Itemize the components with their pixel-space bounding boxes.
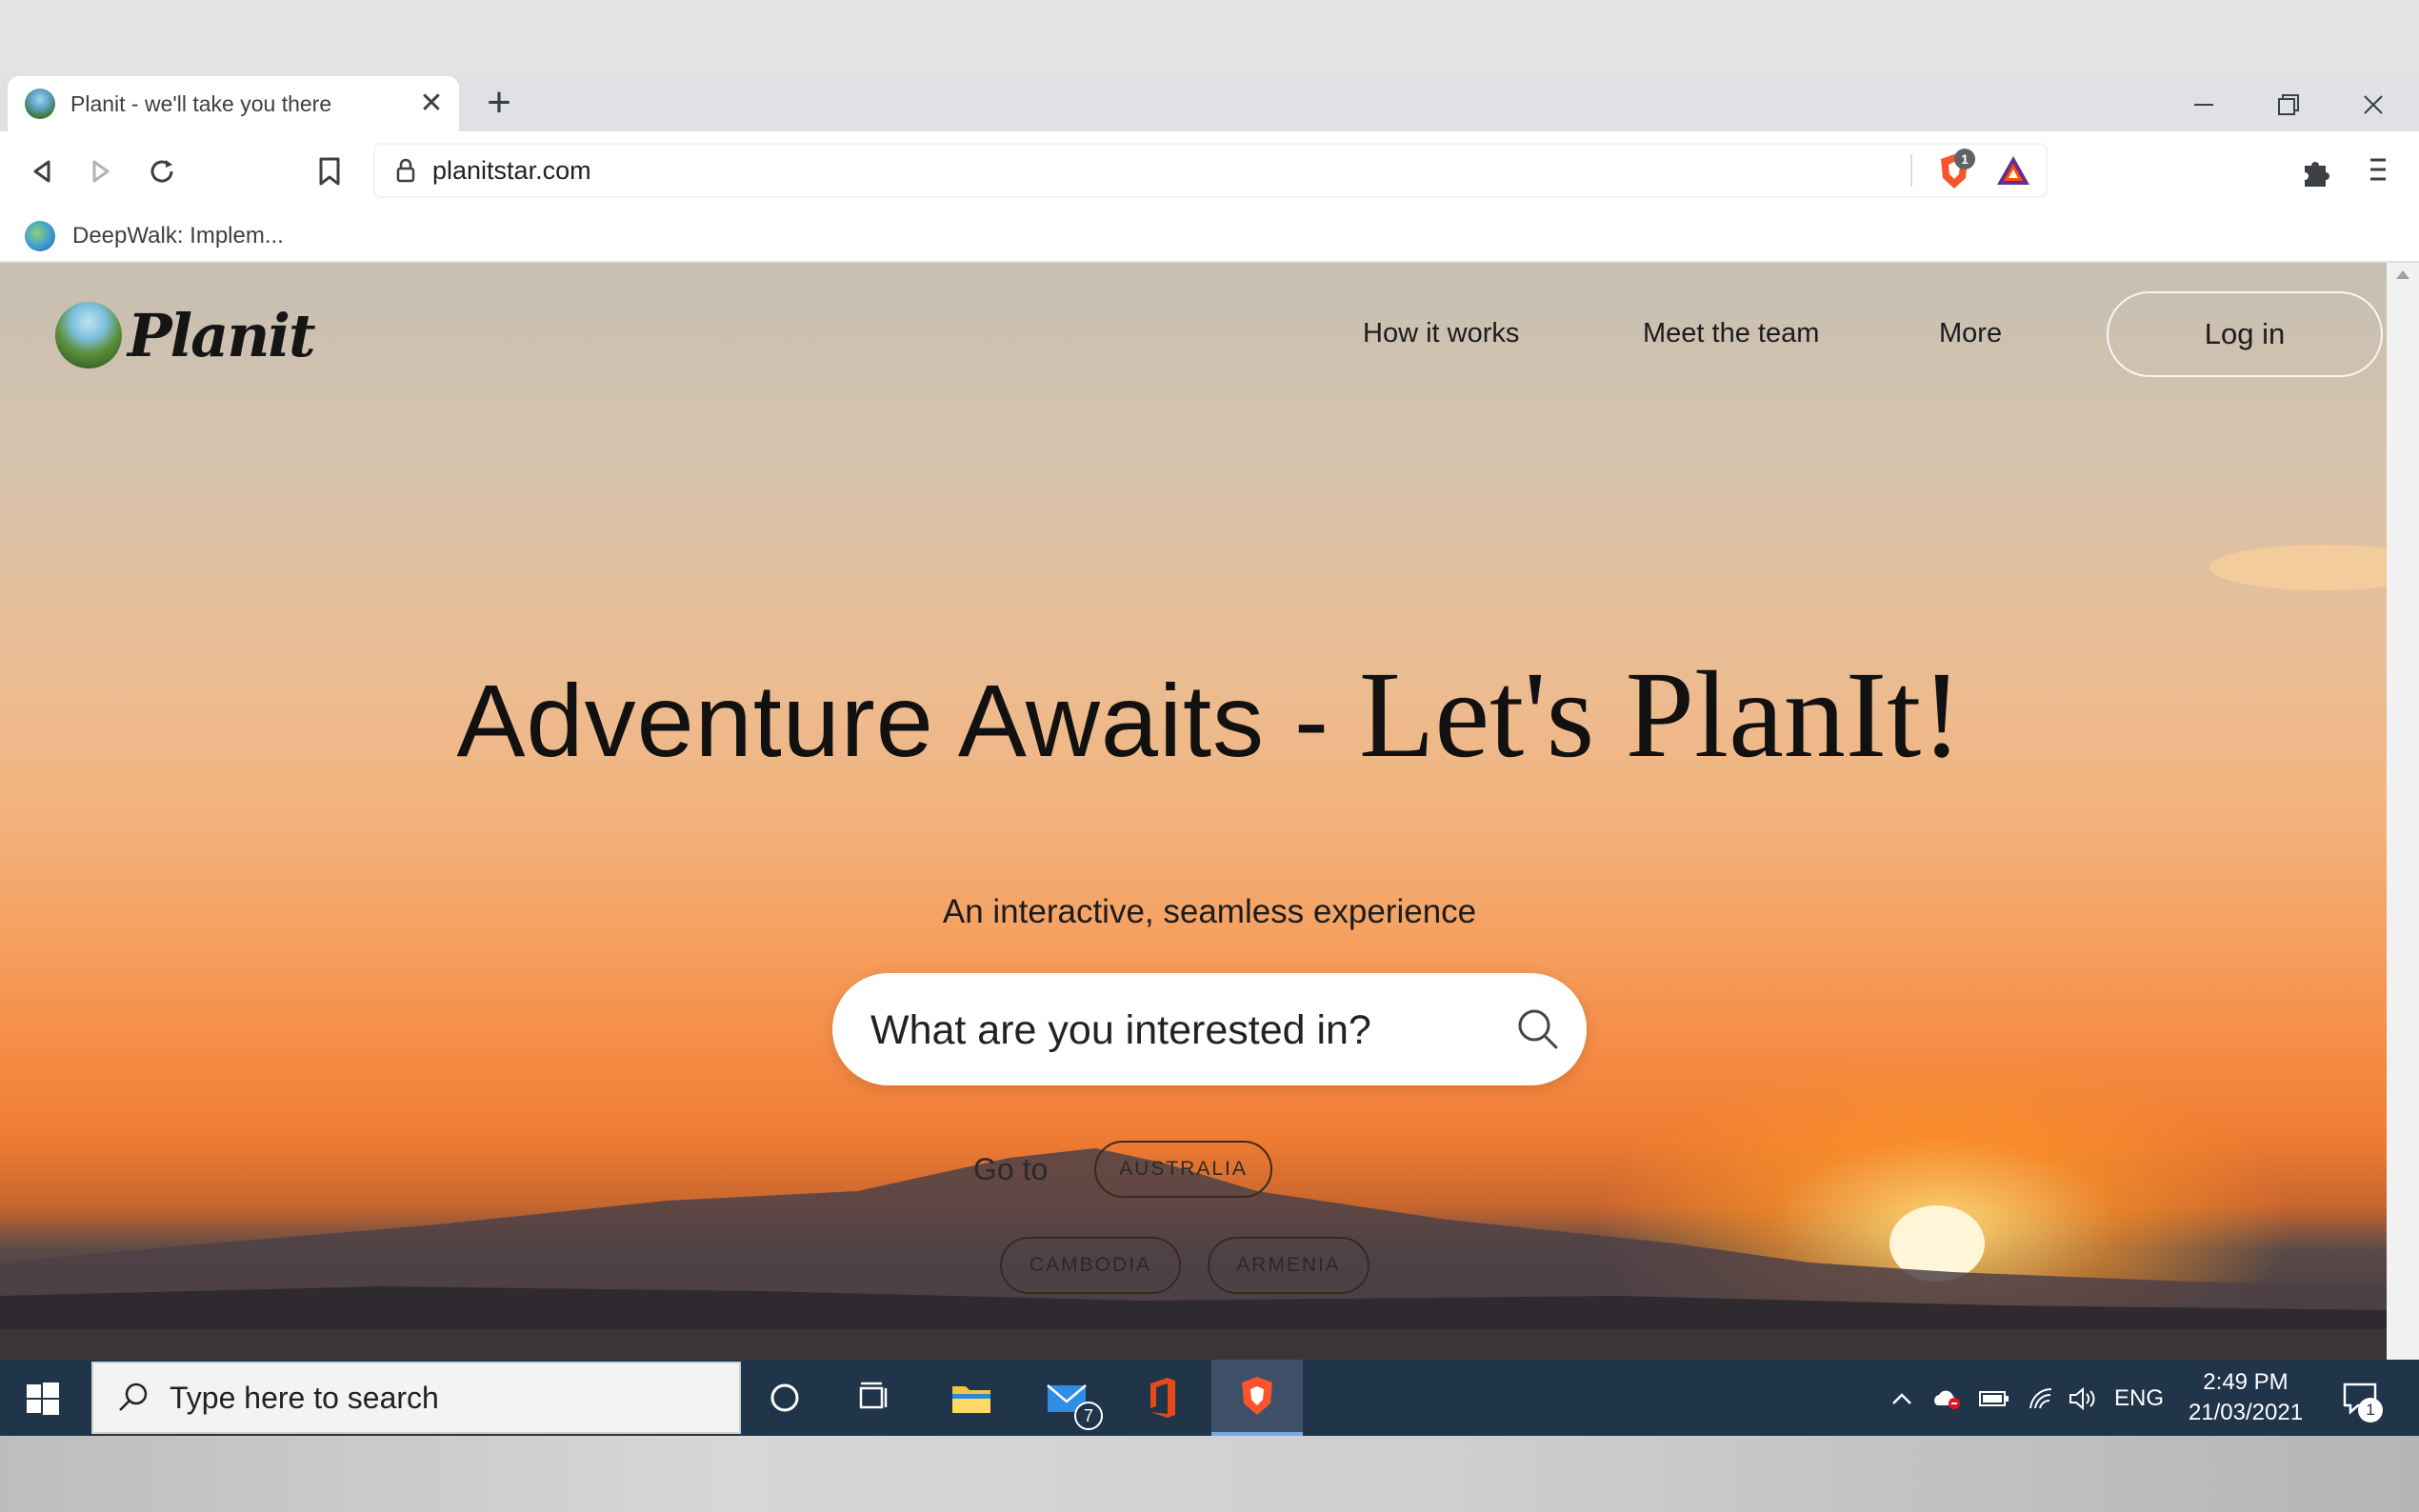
hero-title-part1: Adventure Awaits - bbox=[456, 663, 1359, 778]
hero-title: Adventure Awaits - Let's PlanIt! bbox=[0, 644, 2387, 786]
tab-title: Planit - we'll take you there bbox=[70, 90, 332, 116]
shields-count-badge: 1 bbox=[1954, 149, 1975, 169]
brave-rewards-icon[interactable] bbox=[1994, 152, 2032, 190]
taskbar-search-box[interactable]: Type here to search bbox=[91, 1362, 741, 1434]
office-app-icon[interactable] bbox=[1135, 1371, 1189, 1424]
taskbar-search-placeholder[interactable]: Type here to search bbox=[170, 1381, 439, 1416]
window-minimize-button[interactable] bbox=[2185, 86, 2223, 124]
bookmark-icon bbox=[319, 157, 340, 186]
volume-icon[interactable] bbox=[2063, 1383, 2101, 1415]
search-icon[interactable] bbox=[1514, 1005, 1562, 1053]
clock-time: 2:49 PM bbox=[2203, 1369, 2289, 1395]
windows-logo-icon bbox=[27, 1383, 59, 1415]
tab-planit[interactable]: Planit - we'll take you there ✕ bbox=[8, 76, 459, 131]
lock-icon[interactable] bbox=[392, 157, 419, 184]
cortana-icon[interactable] bbox=[758, 1371, 811, 1424]
scroll-up-arrow-icon[interactable] bbox=[2396, 270, 2409, 279]
destination-chip-armenia[interactable]: ARMENIA bbox=[1208, 1237, 1369, 1294]
url-text[interactable]: planitstar.com bbox=[432, 156, 591, 186]
hero-subtitle: An interactive, seamless experience bbox=[942, 893, 1477, 930]
bookmark-label: DeepWalk: Implem... bbox=[72, 223, 284, 249]
page-scrollbar[interactable] bbox=[2387, 263, 2419, 1360]
goto-label: Go to bbox=[973, 1152, 1049, 1186]
mail-unread-badge: 7 bbox=[1074, 1402, 1103, 1430]
onedrive-icon[interactable] bbox=[1928, 1383, 1966, 1415]
input-language-indicator[interactable]: ENG bbox=[2110, 1383, 2168, 1415]
forward-button[interactable] bbox=[80, 150, 122, 192]
logo-wordmark: Planit bbox=[128, 300, 316, 370]
planit-globe-logo-icon bbox=[55, 302, 122, 368]
planit-logo[interactable]: Planit bbox=[55, 300, 316, 370]
back-button[interactable] bbox=[21, 150, 63, 192]
bookmark-button[interactable] bbox=[309, 150, 350, 192]
task-view-icon[interactable] bbox=[848, 1371, 901, 1424]
login-button[interactable]: Log in bbox=[2107, 291, 2383, 377]
notification-count-badge: 1 bbox=[2358, 1398, 2383, 1422]
planit-favicon-icon bbox=[25, 89, 55, 119]
reload-button[interactable] bbox=[141, 150, 183, 192]
windows-start-button[interactable] bbox=[21, 1377, 65, 1421]
browser-window: Planit - we'll take you there ✕ + planit… bbox=[0, 76, 2419, 1360]
nav-link-meet-the-team[interactable]: Meet the team bbox=[1643, 318, 1819, 349]
tab-strip: Planit - we'll take you there ✕ + bbox=[0, 76, 2419, 131]
new-tab-button[interactable]: + bbox=[480, 82, 518, 124]
hero-title-part2: Let's PlanIt! bbox=[1358, 647, 1963, 784]
desktop-background-top bbox=[0, 0, 2419, 76]
taskbar-clock[interactable]: 2:49 PM 21/03/2021 bbox=[2181, 1367, 2310, 1428]
destination-chip-australia[interactable]: AUSTRALIA bbox=[1094, 1141, 1272, 1198]
windows-taskbar: Type here to search 7 ENG 2:49 PM 21/03/… bbox=[0, 1360, 2419, 1436]
file-explorer-icon[interactable] bbox=[945, 1371, 998, 1424]
forward-arrow-icon bbox=[92, 160, 110, 183]
clock-date: 21/03/2021 bbox=[2188, 1400, 2304, 1425]
back-arrow-icon bbox=[33, 160, 50, 183]
destination-search-input[interactable]: What are you interested in? bbox=[832, 973, 1587, 1085]
brave-browser-taskbar-icon[interactable] bbox=[1211, 1360, 1303, 1436]
bookmark-deepwalk[interactable]: DeepWalk: Implem... bbox=[25, 217, 284, 255]
search-placeholder[interactable]: What are you interested in? bbox=[870, 1007, 1371, 1054]
browser-menu-icon[interactable] bbox=[2358, 150, 2396, 192]
destination-chip-cambodia[interactable]: CAMBODIA bbox=[1000, 1237, 1181, 1294]
extensions-puzzle-icon[interactable] bbox=[2297, 152, 2335, 190]
window-restore-button[interactable] bbox=[2269, 86, 2307, 124]
nav-link-more[interactable]: More bbox=[1939, 318, 2002, 349]
taskbar-search-icon bbox=[119, 1383, 148, 1411]
nav-link-how-it-works[interactable]: How it works bbox=[1363, 318, 1519, 349]
tray-show-hidden-icon[interactable] bbox=[1886, 1383, 1918, 1415]
globe-favicon-icon bbox=[25, 221, 55, 251]
address-bar[interactable]: planitstar.com 1 bbox=[373, 143, 2048, 198]
desktop-background-bottom bbox=[0, 1436, 2419, 1512]
bookmarks-bar: DeepWalk: Implem... bbox=[0, 209, 2419, 263]
tab-close-icon[interactable]: ✕ bbox=[417, 90, 446, 118]
omnibox-separator bbox=[1910, 154, 1912, 187]
browser-toolbar: planitstar.com 1 bbox=[0, 131, 2419, 209]
battery-icon[interactable] bbox=[1975, 1383, 2013, 1415]
window-close-button[interactable] bbox=[2354, 86, 2392, 124]
page-viewport: Planit How it works Meet the team More L… bbox=[0, 263, 2387, 1360]
reload-icon bbox=[150, 160, 173, 183]
wifi-icon[interactable] bbox=[2023, 1383, 2061, 1415]
